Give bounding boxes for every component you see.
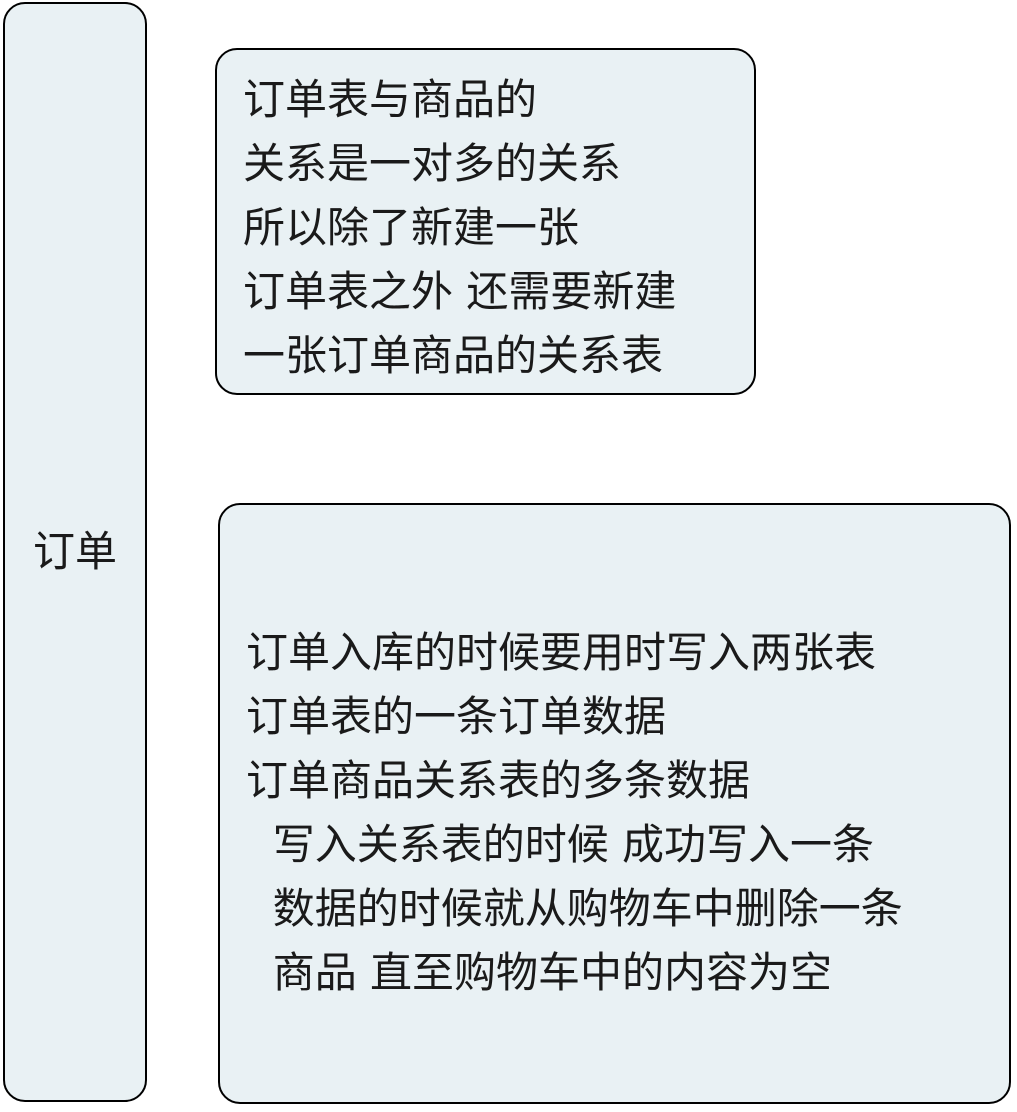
note-line: 订单表之外 还需要新建 bbox=[243, 267, 677, 316]
note-line: 写入关系表的时候 成功写入一条 bbox=[246, 820, 875, 869]
note-line: 订单入库的时候要用时写入两张表 bbox=[246, 628, 877, 677]
note-line: 所以除了新建一张 bbox=[243, 203, 580, 252]
note-line: 商品 直至购物车中的内容为空 bbox=[246, 948, 833, 997]
note-order-product-relation: 订单表与商品的 关系是一对多的关系 所以除了新建一张 订单表之外 还需要新建 一… bbox=[215, 48, 756, 395]
note-line: 订单表的一条订单数据 bbox=[246, 692, 667, 741]
note-line: 订单商品关系表的多条数据 bbox=[246, 756, 751, 805]
note-line: 一张订单商品的关系表 bbox=[243, 331, 664, 380]
note-line: 数据的时候就从购物车中删除一条 bbox=[246, 884, 903, 933]
note-order-storage-process: 订单入库的时候要用时写入两张表 订单表的一条订单数据 订单商品关系表的多条数据 … bbox=[218, 503, 1011, 1104]
root-node-order: 订单 bbox=[3, 2, 147, 1102]
root-node-label: 订单 bbox=[32, 527, 117, 576]
note-line: 订单表与商品的 bbox=[243, 75, 538, 124]
note-line: 关系是一对多的关系 bbox=[243, 139, 622, 188]
